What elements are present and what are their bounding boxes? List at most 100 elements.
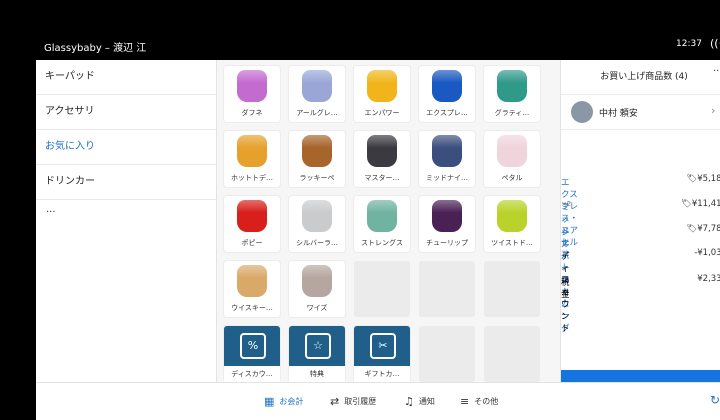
- nav-checkout[interactable]: ▦ お会計: [264, 395, 303, 408]
- cart-panel: お買い上げ商品数 (4) ··· 中村 頼安 › エクスプレス・ユアセルフ🏷¥5…: [560, 60, 720, 406]
- nav-history-label: 取引履歴: [344, 397, 377, 406]
- grid-icon: ▦: [264, 395, 275, 408]
- product-label: ミッドナイ…: [426, 174, 468, 182]
- product-label: ワイズ: [306, 304, 328, 312]
- product-tile[interactable]: ペタル: [484, 131, 540, 187]
- product-image: [367, 135, 397, 167]
- action-label: ディスカウ…: [224, 366, 280, 382]
- empty-tile: [419, 326, 475, 382]
- bell-icon: ♫: [404, 395, 414, 408]
- nav-checkout-label: お会計: [279, 397, 304, 406]
- nav-other[interactable]: ≡ その他: [460, 395, 498, 408]
- sidebar-item-favorites[interactable]: お気に入り: [36, 130, 216, 165]
- product-tile[interactable]: ワイズ: [289, 261, 345, 317]
- transfer-icon: ⇄: [330, 395, 340, 408]
- product-image: [237, 200, 267, 232]
- product-label: ラッキーペ: [299, 174, 335, 182]
- cart-line-price: -¥1,037: [694, 248, 720, 258]
- discount-tag-icon: %: [240, 333, 266, 359]
- sidebar-item-keypad[interactable]: キーパッド: [36, 60, 216, 95]
- product-tile[interactable]: ツイストド…: [484, 196, 540, 252]
- product-label: シルバーラ…: [296, 239, 338, 247]
- empty-tile: [484, 326, 540, 382]
- action-tile[interactable]: ☆ 特典: [289, 326, 345, 382]
- product-label: エンパワー: [364, 109, 400, 117]
- product-label: ダフネ: [241, 109, 263, 117]
- cart-line[interactable]: エクスプレス・ユアセルフ🏷¥5,188: [561, 172, 720, 260]
- clock: 12:37: [676, 39, 702, 49]
- cart-line-name-wrap: ミッドナイトロッカー ×2: [561, 199, 571, 321]
- action-tile[interactable]: ✂ ギフトカ…: [354, 326, 410, 382]
- app-title: Glassybaby – 渡辺 江: [44, 43, 147, 54]
- product-tile[interactable]: チューリップ: [419, 196, 475, 252]
- product-tile[interactable]: エクスプレ…: [419, 66, 475, 122]
- nav-other-label: その他: [474, 397, 499, 406]
- product-label: エクスプレ…: [426, 109, 468, 117]
- product-image: [302, 135, 332, 167]
- product-tile[interactable]: ラッキーペ: [289, 131, 345, 187]
- product-image: [302, 265, 332, 297]
- product-tile[interactable]: ミッドナイ…: [419, 131, 475, 187]
- product-tile[interactable]: マスター…: [354, 131, 410, 187]
- empty-tile: [354, 261, 410, 317]
- reward-tag-icon: ☆: [305, 333, 331, 359]
- action-tile[interactable]: % ディスカウ…: [224, 326, 280, 382]
- pos-screen: Glassybaby – 渡辺 江 12:37 ((· キーパッド アクセサリ …: [36, 30, 720, 420]
- status-bar: Glassybaby – 渡辺 江 12:37 ((·: [36, 30, 720, 60]
- product-tile[interactable]: ストレングス: [354, 196, 410, 252]
- chevron-right-icon: ›: [711, 104, 716, 117]
- cart-more-button[interactable]: ···: [713, 66, 720, 77]
- cart-line-name: 税金: [561, 278, 570, 300]
- cart-line[interactable]: ミッドナイトロッカー×2 🏷¥11,412: [561, 197, 720, 321]
- product-image: [367, 70, 397, 102]
- product-label: ウイスキー…: [231, 304, 273, 312]
- wifi-icon: ((·: [710, 37, 720, 50]
- empty-tile: [484, 261, 540, 317]
- product-image: [432, 70, 462, 102]
- gift-card-icon: ✂: [370, 333, 396, 359]
- empty-tile: [419, 261, 475, 317]
- nav-history[interactable]: ⇄ 取引履歴: [330, 395, 376, 408]
- product-image: [497, 200, 527, 232]
- customer-row[interactable]: 中村 頼安 ›: [561, 94, 720, 130]
- product-tile[interactable]: ダフネ: [224, 66, 280, 122]
- cart-line-price: 🏷¥5,188: [686, 174, 720, 184]
- product-image: [367, 200, 397, 232]
- product-image: [237, 70, 267, 102]
- category-sidebar: キーパッド アクセサリ お気に入り ドリンカー ···: [36, 60, 217, 382]
- product-tile[interactable]: アールグレ…: [289, 66, 345, 122]
- cart-line[interactable]: シルバーライニング🏷¥7,781: [561, 222, 720, 334]
- cart-line-price: 🏷¥11,412: [681, 199, 720, 209]
- product-tile[interactable]: ホットトデ…: [224, 131, 280, 187]
- cart-line-price: ¥2,334: [697, 274, 720, 284]
- product-image: [432, 135, 462, 167]
- avatar: [571, 101, 593, 123]
- product-tile[interactable]: グラティ…: [484, 66, 540, 122]
- action-label: 特典: [289, 366, 345, 382]
- cart-line[interactable]: ディスカウント-¥1,037: [561, 246, 720, 334]
- product-tile[interactable]: エンパワー: [354, 66, 410, 122]
- product-tile[interactable]: シルバーラ…: [289, 196, 345, 252]
- product-label: チューリップ: [426, 239, 468, 247]
- cart-title: お買い上げ商品数 (4): [600, 72, 688, 82]
- refresh-icon[interactable]: ↻: [710, 393, 720, 407]
- sidebar-item-accessories[interactable]: アクセサリ: [36, 95, 216, 130]
- product-tile[interactable]: ポピー: [224, 196, 280, 252]
- product-image: [302, 70, 332, 102]
- product-label: ペタル: [501, 174, 523, 182]
- product-tile[interactable]: ウイスキー…: [224, 261, 280, 317]
- cart-line[interactable]: 税金 ¥2,334: [561, 272, 720, 300]
- product-label: ポピー: [241, 239, 263, 247]
- product-image: [497, 135, 527, 167]
- product-label: ツイストド…: [491, 239, 533, 247]
- product-label: ホットトデ…: [231, 174, 273, 182]
- nav-notifications[interactable]: ♫ 通知: [404, 395, 435, 408]
- product-image: [237, 135, 267, 167]
- sidebar-more-button[interactable]: ···: [36, 200, 216, 226]
- product-label: ストレングス: [361, 239, 403, 247]
- cart-line-price: 🏷¥7,781: [686, 224, 720, 234]
- product-image: [497, 70, 527, 102]
- sidebar-item-drinkers[interactable]: ドリンカー: [36, 165, 216, 200]
- bottom-nav: ▦ お会計 ⇄ 取引履歴 ♫ 通知 ≡ その他 ↻: [36, 382, 720, 420]
- product-image: [237, 265, 267, 297]
